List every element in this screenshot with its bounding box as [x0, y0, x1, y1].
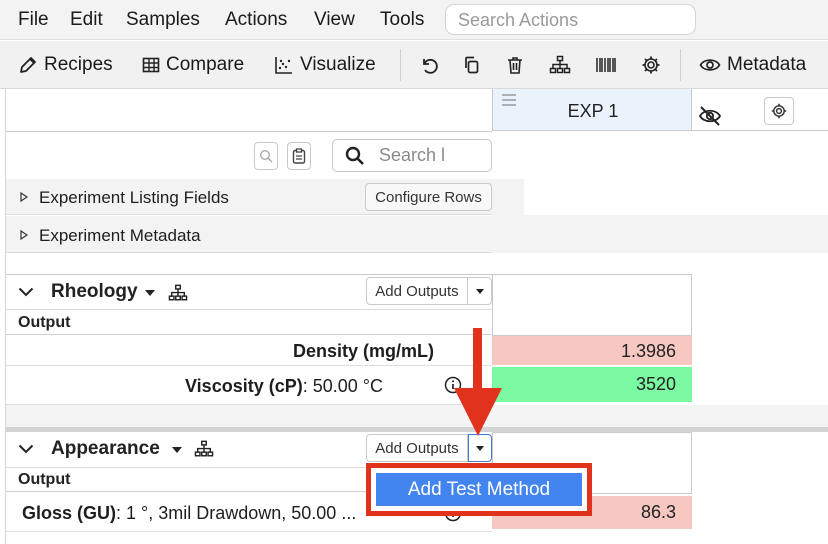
visualize-label: Visualize	[300, 54, 376, 75]
visualize-button[interactable]: Visualize	[274, 52, 376, 78]
experiment-column-header[interactable]: EXP 1	[492, 89, 692, 131]
viscosity-label-wrap: Viscosity (cP): 50.00 °C	[185, 376, 383, 397]
gloss-label: Gloss (GU)	[22, 503, 117, 523]
recipes-label: Recipes	[44, 54, 113, 75]
viscosity-condition: : 50.00 °C	[302, 376, 383, 396]
caret-down-icon	[476, 445, 484, 451]
barcode-icon[interactable]	[594, 53, 618, 77]
rheology-add-outputs-dropdown[interactable]	[468, 277, 492, 305]
rheology-add-outputs-button[interactable]: Add Outputs	[366, 277, 468, 305]
output-label: Output	[18, 471, 71, 488]
metadata-label: Metadata	[727, 54, 807, 75]
table-icon	[142, 57, 160, 73]
hierarchy-icon[interactable]	[194, 440, 214, 458]
compare-label: Compare	[166, 54, 245, 75]
experiment-metadata-label: Experiment Metadata	[39, 226, 201, 245]
menu-tools[interactable]: Tools	[380, 9, 424, 31]
header-divider	[6, 131, 492, 132]
density-label: Density (mg/mL)	[292, 341, 434, 361]
menu-view[interactable]: View	[314, 9, 355, 31]
caret-down-icon	[475, 288, 484, 294]
scatter-chart-icon	[275, 57, 292, 74]
trash-icon[interactable]	[503, 53, 527, 77]
menu-actions[interactable]: Actions	[225, 9, 287, 31]
toolbar-divider	[400, 49, 401, 81]
appearance-title[interactable]: Appearance	[51, 438, 160, 460]
toolbar: Recipes Compare Visualize Metadata	[0, 41, 828, 89]
add-test-method-menu-item[interactable]: Add Test Method	[376, 473, 582, 506]
expand-triangle-icon[interactable]	[20, 230, 28, 240]
hierarchy-icon[interactable]	[168, 284, 188, 302]
output-label: Output	[18, 314, 71, 331]
menu-file[interactable]: File	[18, 9, 49, 31]
grid-search-placeholder: Search l	[379, 145, 446, 165]
table-row: Density (mg/mL)	[6, 336, 492, 366]
experiment-title: EXP 1	[567, 101, 619, 121]
menu-edit[interactable]: Edit	[70, 9, 103, 31]
caret-down-icon[interactable]	[172, 447, 182, 453]
configure-rows-button[interactable]: Configure Rows	[365, 183, 492, 211]
group-spacer	[6, 405, 828, 427]
rheology-exp-header-cell	[492, 274, 692, 336]
table-row: Viscosity (cP): 50.00 °C	[6, 367, 492, 405]
red-arrow-annotation	[454, 328, 502, 436]
column-settings-button[interactable]	[764, 97, 794, 125]
viscosity-value-cell[interactable]: 3520	[492, 367, 692, 403]
experiment-listing-fields-label: Experiment Listing Fields	[39, 188, 229, 207]
viscosity-label: Viscosity (cP)	[185, 376, 303, 396]
search-icon	[259, 149, 273, 163]
menu-samples[interactable]: Samples	[126, 9, 200, 31]
grid-search-input[interactable]: Search l	[332, 139, 492, 172]
gloss-label-wrap: Gloss (GU): 1 °, 3mil Drawdown, 50.00 ..…	[22, 503, 356, 524]
undo-icon[interactable]	[417, 53, 441, 77]
gear-icon[interactable]	[639, 53, 663, 77]
rheology-output-label-row: Output	[6, 311, 492, 335]
search-actions-input[interactable]: Search Actions	[445, 4, 696, 35]
metadata-button[interactable]: Metadata	[699, 52, 806, 78]
pencil-icon	[20, 57, 36, 73]
compare-button[interactable]: Compare	[142, 52, 244, 78]
add-outputs-dropdown-menu: Add Test Method	[366, 463, 592, 516]
caret-down-icon[interactable]	[145, 290, 155, 296]
filter-search-button[interactable]	[254, 142, 278, 170]
chevron-down-icon[interactable]	[18, 444, 34, 454]
metadata-extension	[492, 215, 828, 253]
listing-fields-extension	[492, 179, 524, 215]
chevron-down-icon[interactable]	[18, 287, 34, 297]
density-value-cell[interactable]: 1.3986	[492, 336, 692, 366]
experiment-metadata-row[interactable]: Experiment Metadata	[6, 216, 492, 253]
copy-icon[interactable]	[460, 53, 484, 77]
recipes-button[interactable]: Recipes	[18, 52, 113, 78]
eye-slash-icon[interactable]	[698, 105, 722, 127]
gear-icon	[771, 103, 787, 119]
toolbar-divider	[680, 49, 681, 81]
rheology-title[interactable]: Rheology	[51, 281, 138, 303]
clipboard-button[interactable]	[287, 142, 311, 170]
eye-icon	[699, 59, 721, 71]
search-icon	[345, 146, 364, 165]
clipboard-icon	[292, 148, 306, 164]
expand-triangle-icon[interactable]	[20, 192, 28, 202]
hierarchy-icon[interactable]	[548, 53, 572, 77]
gloss-condition: : 1 °, 3mil Drawdown, 50.00 ...	[116, 503, 357, 523]
menu-bar: File Edit Samples Actions View Tools Sea…	[0, 0, 828, 40]
